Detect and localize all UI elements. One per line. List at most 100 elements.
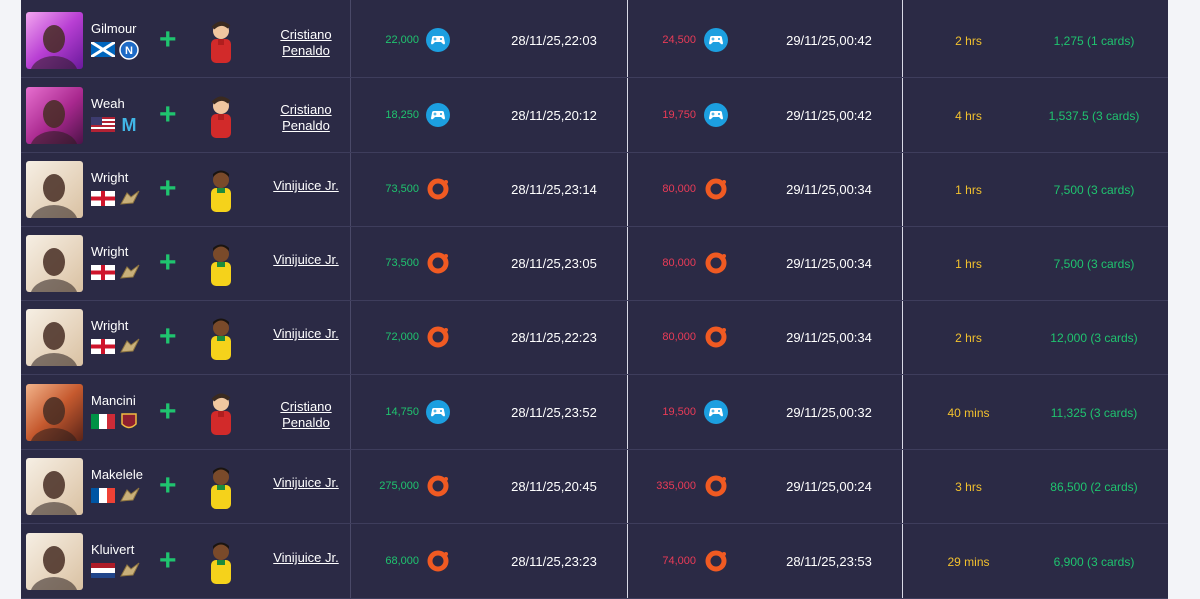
profit: 86,500 (2 cards)	[1050, 480, 1138, 494]
nation-flag-icon	[91, 562, 115, 578]
origin-icon	[426, 251, 450, 275]
nation-flag-icon	[91, 338, 115, 354]
table-row[interactable]: Makelele + Vinijuice Jr. 275,000 28/11/25,20…	[21, 449, 1168, 524]
sell-price: 80,000	[662, 257, 696, 269]
sell-price: 80,000	[662, 331, 696, 343]
sell-price: 80,000	[662, 183, 696, 195]
player-card-image	[26, 12, 83, 69]
player-nation-club	[91, 486, 140, 504]
duration: 2 hrs	[955, 34, 982, 48]
club-badge-icon	[119, 263, 140, 281]
table-row[interactable]: Wright + Vinijuice Jr. 72,000 28/11/25,22:23…	[21, 300, 1168, 375]
target-line-1: Cristiano	[280, 399, 332, 414]
trade-history-table: Gilmour N + Cristiano Penaldo 22,000 28/11/25,…	[21, 0, 1168, 599]
buy-price: 275,000	[379, 480, 419, 492]
buy-date: 28/11/25,23:05	[511, 256, 597, 271]
table-row[interactable]: Mancini + Cristiano Penaldo 14,750 28/11/25,2…	[21, 375, 1168, 450]
origin-icon	[704, 549, 728, 573]
origin-icon	[426, 549, 450, 573]
duration: 2 hrs	[955, 331, 982, 345]
duration: 3 hrs	[955, 480, 982, 494]
sell-date: 29/11/25,00:24	[786, 479, 872, 494]
duration: 40 mins	[947, 406, 990, 420]
player-name: Wright	[91, 170, 129, 185]
target-link[interactable]: Vinijuice Jr.	[251, 252, 361, 268]
player-name: Mancini	[91, 393, 136, 408]
plus-icon: +	[159, 246, 177, 279]
table-row[interactable]: Weah M + Cristiano Penaldo 18,250 28/11/25,20:…	[21, 78, 1168, 153]
player-card-image	[26, 87, 83, 144]
table-row[interactable]: Gilmour N + Cristiano Penaldo 22,000 28/11/25,…	[21, 3, 1168, 78]
player-nation-club: M	[91, 115, 137, 135]
nation-flag-icon	[91, 41, 115, 57]
profit: 1,537.5 (3 cards)	[1048, 109, 1140, 123]
player-name: Wright	[91, 244, 129, 259]
plus-icon: +	[159, 544, 177, 577]
buy-date: 28/11/25,23:23	[511, 554, 597, 569]
nation-flag-icon	[91, 190, 115, 206]
plus-icon: +	[159, 172, 177, 205]
nation-flag-icon	[91, 487, 115, 503]
sell-date: 29/11/25,00:42	[786, 108, 872, 123]
buy-price: 18,250	[385, 109, 419, 121]
origin-icon	[704, 325, 728, 349]
table-row[interactable]: Wright + Vinijuice Jr. 73,500 28/11/25,23:05…	[21, 226, 1168, 301]
profit: 1,275 (1 cards)	[1053, 34, 1135, 48]
duration: 4 hrs	[955, 109, 982, 123]
target-link[interactable]: Vinijuice Jr.	[251, 178, 361, 194]
sell-price: 24,500	[662, 34, 696, 46]
target-link[interactable]: Vinijuice Jr.	[251, 475, 361, 491]
buy-price: 14,750	[385, 406, 419, 418]
sell-date: 29/11/25,00:32	[786, 405, 872, 420]
origin-icon	[704, 474, 728, 498]
target-link[interactable]: Vinijuice Jr.	[251, 326, 361, 342]
player-nation-club: N	[91, 40, 139, 60]
target-avatar-icon	[206, 314, 236, 362]
origin-icon	[704, 177, 728, 201]
nation-flag-icon	[91, 116, 115, 132]
sell-date: 29/11/25,00:34	[786, 330, 872, 345]
club-badge-icon	[119, 412, 137, 430]
playstation-icon	[704, 103, 728, 127]
player-name: Gilmour	[91, 21, 137, 36]
origin-icon	[426, 325, 450, 349]
table-row[interactable]: Wright + Vinijuice Jr. 73,500 28/11/25,23:14…	[21, 152, 1168, 227]
target-avatar-icon	[206, 389, 236, 437]
buy-date: 28/11/25,22:23	[511, 330, 597, 345]
target-link[interactable]: Vinijuice Jr.	[251, 550, 361, 566]
duration: 1 hrs	[955, 183, 982, 197]
player-card-image	[26, 533, 83, 590]
target-line-1: Vinijuice Jr.	[273, 475, 339, 490]
player-card-image	[26, 309, 83, 366]
duration: 1 hrs	[955, 257, 982, 271]
sell-date: 29/11/25,00:34	[786, 256, 872, 271]
sell-price: 335,000	[656, 480, 696, 492]
club-badge-icon	[119, 189, 140, 207]
playstation-icon	[426, 28, 450, 52]
sell-price: 19,750	[662, 109, 696, 121]
origin-icon	[426, 474, 450, 498]
player-card-image	[26, 458, 83, 515]
buy-price: 68,000	[385, 555, 419, 567]
club-badge-icon: M	[119, 115, 137, 135]
target-avatar-icon	[206, 240, 236, 288]
club-badge-icon	[119, 486, 140, 504]
playstation-icon	[426, 400, 450, 424]
target-avatar-icon	[206, 538, 236, 586]
target-link[interactable]: Cristiano Penaldo	[251, 399, 361, 431]
playstation-icon	[704, 400, 728, 424]
target-line-1: Vinijuice Jr.	[273, 252, 339, 267]
nation-flag-icon	[91, 264, 115, 280]
buy-price: 22,000	[385, 34, 419, 46]
player-name: Makelele	[91, 467, 144, 482]
target-link[interactable]: Cristiano Penaldo	[251, 102, 361, 134]
svg-text:M: M	[122, 115, 137, 135]
playstation-icon	[426, 103, 450, 127]
player-name: Weah	[91, 96, 125, 111]
target-link[interactable]: Cristiano Penaldo	[251, 27, 361, 59]
table-row[interactable]: Kluivert + Vinijuice Jr. 68,000 28/11/25,23:…	[21, 524, 1168, 599]
profit: 7,500 (3 cards)	[1053, 183, 1135, 197]
buy-price: 72,000	[385, 331, 419, 343]
buy-date: 28/11/25,22:03	[511, 33, 597, 48]
player-name: Wright	[91, 318, 129, 333]
